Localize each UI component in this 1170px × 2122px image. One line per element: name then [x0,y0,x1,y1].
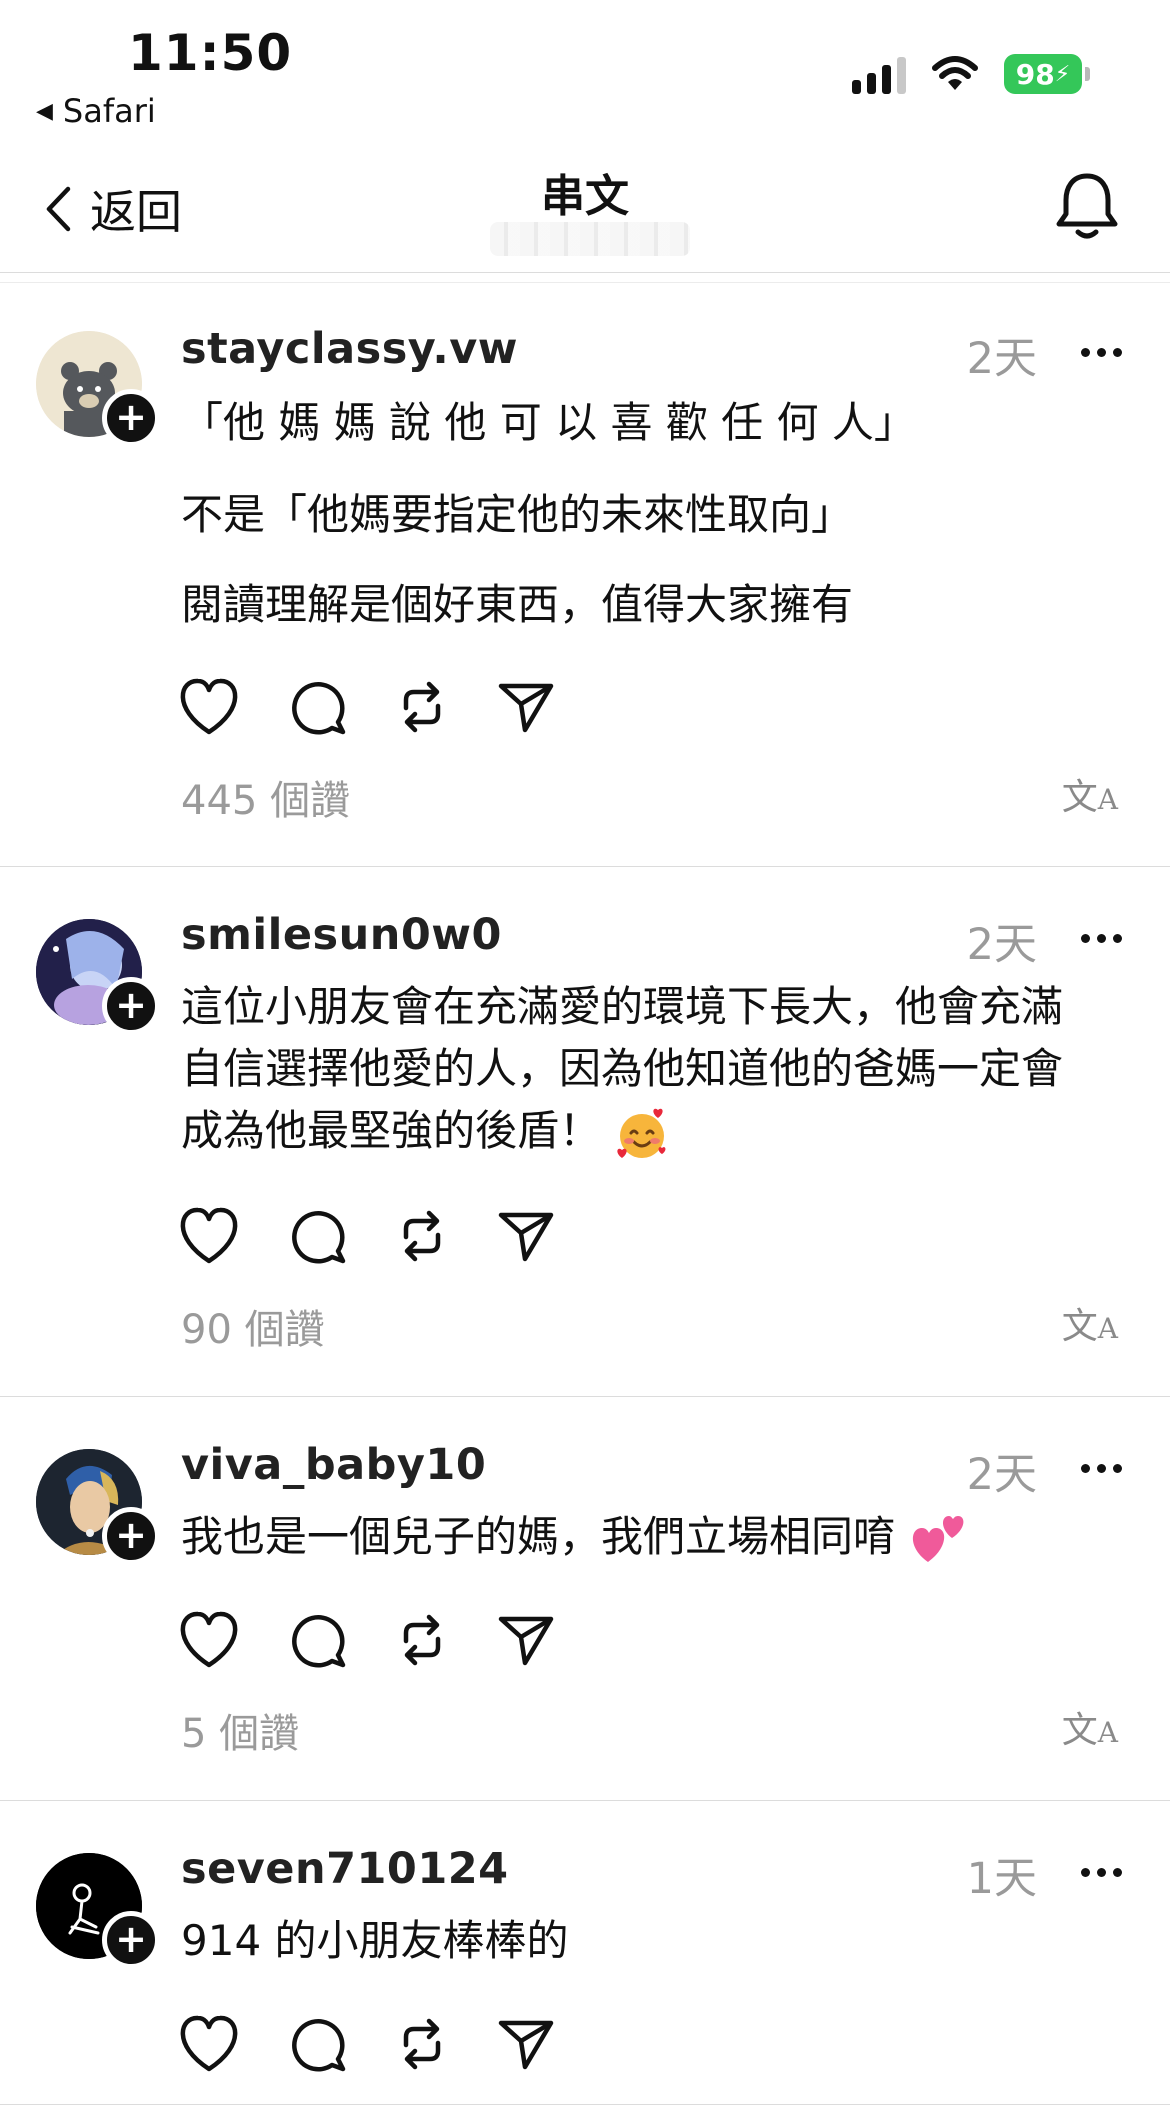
translate-icon[interactable]: 文A [1062,1701,1118,1753]
blurred-subtitle [490,222,690,256]
comment-icon[interactable] [289,1207,347,1265]
post-actions [178,1207,555,1265]
two-hearts-icon [913,1515,964,1562]
comment-icon[interactable] [289,2015,347,2073]
more-icon[interactable] [1081,1868,1122,1877]
follow-plus-button[interactable]: + [102,1911,160,1969]
repost-icon[interactable] [396,2015,448,2073]
post-text-line: 成為他最堅強的後盾！ [181,1100,1131,1162]
more-icon[interactable] [1081,934,1122,943]
post-text-segment: 我也是一個兒子的媽，我們立場相同唷 [181,1512,896,1561]
nav-header: 返回 串文 [0,150,1170,270]
like-count[interactable]: 90 個讚 [181,1297,325,1355]
translate-icon[interactable]: 文A [1062,768,1118,820]
post-text: 我也是一個兒子的媽，我們立場相同唷 [181,1506,1131,1568]
header-divider-secondary [0,282,1170,283]
share-icon[interactable] [497,2015,555,2073]
post-divider [0,866,1170,867]
status-time: 11:50 [128,24,293,82]
header-divider [0,272,1170,273]
follow-plus-button[interactable]: + [102,389,160,447]
follow-plus-button[interactable]: + [102,977,160,1035]
heart-icon[interactable] [178,2015,240,2073]
notifications-button[interactable] [1054,170,1120,246]
post-divider [0,2104,1170,2105]
heart-icon[interactable] [178,1611,240,1669]
post-text-line: 914 的小朋友棒棒的 [181,1916,569,1965]
back-triangle-icon: ◀ [36,98,53,124]
post-divider [0,1800,1170,1801]
post-text-line: 閱讀理解是個好東西，值得大家擁有 [181,580,854,629]
post-text-line: 自信選擇他愛的人，因為他知道他的爸媽一定會 [181,1044,1064,1093]
battery-level: 98 [1015,57,1055,91]
username[interactable]: seven710124 [181,1844,509,1894]
share-icon[interactable] [497,1611,555,1669]
post-text: 「他 媽 媽 說 他 可 以 喜 歡 任 何 人」 不是「他媽要指定他的未來性取… [181,392,1131,636]
repost-icon[interactable] [396,678,448,736]
username[interactable]: viva_baby10 [181,1440,486,1490]
like-count[interactable]: 445 個讚 [181,768,350,826]
share-icon[interactable] [497,1207,555,1265]
like-count[interactable]: 5 個讚 [181,1701,299,1759]
more-icon[interactable] [1081,348,1122,357]
username[interactable]: smilesun0w0 [181,910,502,960]
post-actions [178,678,555,736]
post-time: 1天 [966,1854,1037,1904]
post-divider [0,1396,1170,1397]
translate-icon[interactable]: 文A [1062,1297,1118,1349]
heart-icon[interactable] [178,1207,240,1265]
post-time: 2天 [966,920,1037,970]
post-text: 914 的小朋友棒棒的 [181,1910,1131,1972]
post-text: 這位小朋友會在充滿愛的環境下長大，他會充滿 自信選擇他愛的人，因為他知道他的爸媽… [181,976,1131,1162]
share-icon[interactable] [497,678,555,736]
post-text-segment: 成為他最堅強的後盾！ [181,1106,602,1155]
follow-plus-button[interactable]: + [102,1507,160,1565]
post-actions [178,2015,555,2073]
post-text-line: 不是「他媽要指定他的未來性取向」 [181,490,854,539]
smiling-face-with-hearts-icon [617,1108,666,1158]
post-text-line: 我也是一個兒子的媽，我們立場相同唷 [181,1506,1131,1568]
comment-icon[interactable] [289,1611,347,1669]
repost-icon[interactable] [396,1207,448,1265]
page-title: 串文 [541,171,629,222]
battery-icon: 98 ⚡ [1004,54,1090,94]
cellular-signal-icon [852,54,906,94]
post-time: 2天 [966,1450,1037,1500]
post-actions [178,1611,555,1669]
status-back-to-app[interactable]: ◀ Safari [36,92,156,130]
comment-icon[interactable] [289,678,347,736]
post-text-line: 「他 媽 媽 說 他 可 以 喜 歡 任 何 人」 [181,398,916,447]
status-indicators: 98 ⚡ [852,54,1090,94]
post-time: 2天 [966,334,1037,384]
status-back-label: Safari [62,92,156,130]
bell-icon [1056,173,1118,239]
more-icon[interactable] [1081,1464,1122,1473]
username[interactable]: stayclassy.vw [181,324,518,374]
heart-icon[interactable] [178,678,240,736]
post-text-line: 這位小朋友會在充滿愛的環境下長大，他會充滿 [181,982,1064,1031]
repost-icon[interactable] [396,1611,448,1669]
wifi-icon [932,56,978,90]
